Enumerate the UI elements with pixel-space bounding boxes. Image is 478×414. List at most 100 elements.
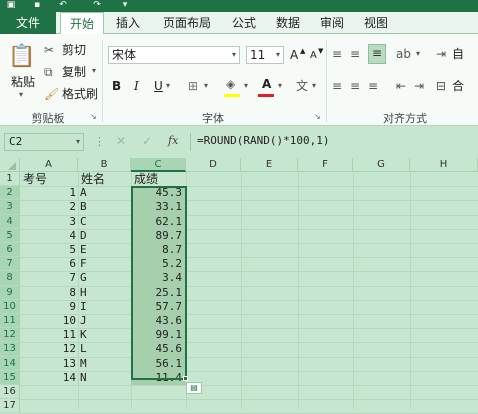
fill-color-icon[interactable]: ◈ [226,76,235,92]
cell-name[interactable]: B [78,200,131,214]
cell-name[interactable]: L [78,342,131,356]
undo-icon[interactable]: ↶ [56,0,70,10]
tab-review[interactable]: 审阅 [312,12,352,34]
cell-name[interactable]: G [78,271,131,285]
increase-indent-icon[interactable]: ⇥ [414,78,424,94]
borders-icon[interactable]: ⊞ [188,78,198,94]
cancel-icon[interactable]: ✕ [116,134,126,148]
align-top-icon[interactable]: ≡ [332,46,342,62]
column-header-f[interactable]: F [298,158,353,172]
row-header[interactable]: 10 [0,299,20,314]
cell-exam-no[interactable]: 2 [20,200,78,214]
column-header-d[interactable]: D [186,158,241,172]
merge-center-icon[interactable]: ⊟ [436,78,446,94]
row-header[interactable]: 6 [0,243,20,258]
tab-home[interactable]: 开始 [60,12,104,34]
row-header[interactable]: 2 [0,186,20,201]
copy-icon[interactable]: ⧉ [44,64,60,80]
column-header-h[interactable]: H [410,158,478,172]
column-header-c[interactable]: C [131,158,186,172]
grow-font-button[interactable]: A [290,47,298,63]
customize-toolbar-icon[interactable]: ▾ [118,0,132,10]
cut-icon[interactable]: ✂ [44,42,60,58]
cell-exam-no[interactable]: 11 [20,328,78,342]
row-header[interactable]: 9 [0,285,20,300]
fill-color-dropdown-icon[interactable]: ▾ [244,81,248,90]
header-cell-name[interactable]: 姓名 [81,172,105,186]
cell-name[interactable]: N [78,371,131,385]
cell-exam-no[interactable]: 8 [20,286,78,300]
underline-button[interactable]: U [154,78,163,94]
copy-button[interactable]: 复制 [62,64,86,80]
column-header-b[interactable]: B [78,158,131,172]
tab-file[interactable]: 文件 [0,12,56,34]
font-size-dropdown-icon[interactable]: ▾ [276,50,280,59]
borders-dropdown-icon[interactable]: ▾ [204,81,208,90]
row-header[interactable]: 14 [0,356,20,371]
cell-name[interactable]: M [78,357,131,371]
align-middle-icon[interactable]: ≡ [350,46,360,62]
cell-exam-no[interactable]: 9 [20,300,78,314]
italic-button[interactable]: I [134,78,139,94]
row-header[interactable]: 11 [0,314,20,329]
column-header-a[interactable]: A [20,158,78,172]
phonetic-icon[interactable]: 文 [296,78,308,94]
enter-icon[interactable]: ✓ [142,134,152,148]
cell-name[interactable]: I [78,300,131,314]
row-header[interactable]: 4 [0,214,20,229]
cell-name[interactable]: H [78,286,131,300]
cell-name[interactable]: E [78,243,131,257]
row-header[interactable]: 17 [0,399,20,414]
tab-page-layout[interactable]: 页面布局 [152,12,222,34]
cell-exam-no[interactable]: 3 [20,215,78,229]
redo-icon[interactable]: ↷ [90,0,104,10]
font-color-button[interactable]: A [262,76,271,92]
decrease-indent-icon[interactable]: ⇤ [396,78,406,94]
font-color-dropdown-icon[interactable]: ▾ [278,81,282,90]
orientation-icon[interactable]: ab [396,46,411,62]
tab-formulas[interactable]: 公式 [226,12,262,34]
row-header[interactable]: 1 [0,172,20,187]
name-box-dropdown-icon[interactable]: ▾ [76,137,80,146]
wrap-text-icon[interactable]: ⇥ [436,46,446,62]
cell-exam-no[interactable]: 10 [20,314,78,328]
paste-dropdown-icon[interactable]: ▾ [19,90,23,99]
row-header[interactable]: 15 [0,370,20,385]
header-cell-score[interactable]: 成绩 [134,172,158,186]
formula-input[interactable]: =ROUND(RAND()*100,1) [190,133,478,151]
insert-function-icon[interactable]: fx [168,134,178,147]
tab-view[interactable]: 视图 [356,12,396,34]
cut-button[interactable]: 剪切 [62,42,86,58]
row-header[interactable]: 8 [0,271,20,286]
cell-name[interactable]: C [78,215,131,229]
cell-exam-no[interactable]: 4 [20,229,78,243]
cell-exam-no[interactable]: 7 [20,271,78,285]
wrap-text-button[interactable]: 自 [452,46,464,62]
paste-button[interactable]: 粘贴 [8,74,38,90]
shrink-font-button[interactable]: A [310,48,317,64]
row-header[interactable]: 7 [0,257,20,272]
cell-name[interactable]: F [78,257,131,271]
clipboard-launcher-icon[interactable]: ↘ [90,112,97,121]
cell-name[interactable]: J [78,314,131,328]
cell-exam-no[interactable]: 14 [20,371,78,385]
cell-exam-no[interactable]: 1 [20,186,78,200]
orientation-dropdown-icon[interactable]: ▾ [416,49,420,58]
underline-dropdown-icon[interactable]: ▾ [166,81,170,90]
tab-insert[interactable]: 插入 [108,12,148,34]
copy-dropdown-icon[interactable]: ▾ [92,66,96,75]
header-cell-exam-no[interactable]: 考号 [23,172,47,186]
align-right-icon[interactable]: ≡ [368,78,378,94]
tab-data[interactable]: 数据 [268,12,308,34]
row-header[interactable]: 13 [0,342,20,357]
row-header[interactable]: 5 [0,228,20,243]
cell-name[interactable]: A [78,186,131,200]
cell-exam-no[interactable]: 5 [20,243,78,257]
cell-name[interactable]: K [78,328,131,342]
format-painter-icon[interactable]: 🖌 [44,86,60,102]
align-left-icon[interactable]: ≡ [332,78,342,94]
bold-button[interactable]: B [112,78,121,94]
row-header[interactable]: 16 [0,385,20,400]
save-icon[interactable]: ▪ [30,0,44,10]
font-launcher-icon[interactable]: ↘ [314,112,321,121]
